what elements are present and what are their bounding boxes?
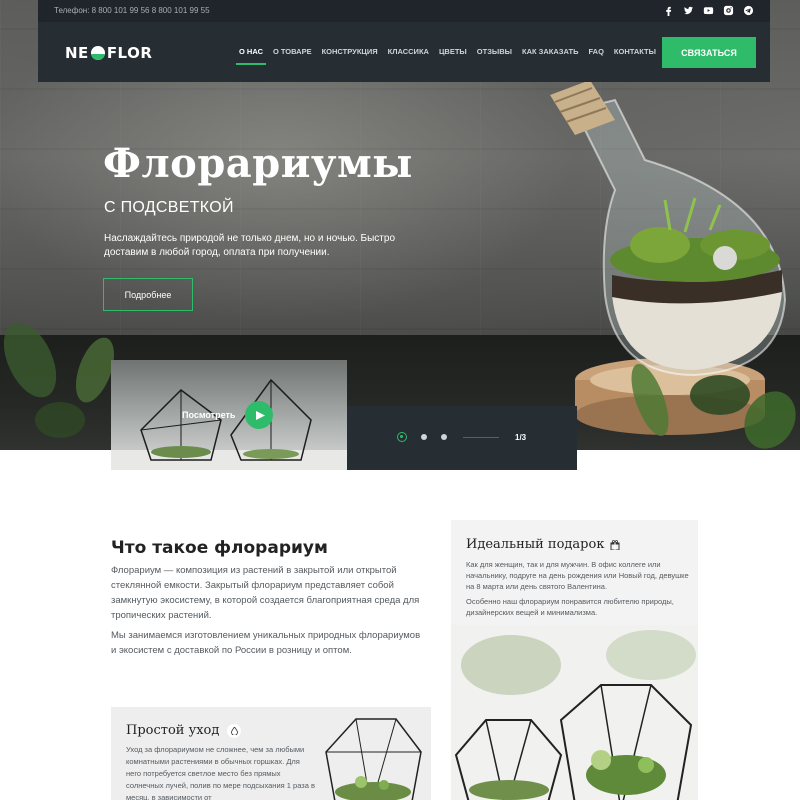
- gift-paragraph-1: Как для женщин, так и для мужчин. В офис…: [466, 560, 689, 591]
- video-preview[interactable]: Посмотреть: [111, 360, 347, 470]
- nav-item-faq[interactable]: FAQ: [583, 47, 608, 56]
- gift-terrarium-image: [451, 625, 698, 800]
- hero-subtitle: С ПОДСВЕТКОЙ: [104, 199, 234, 216]
- twitter-icon[interactable]: [682, 4, 694, 16]
- more-button[interactable]: Подробнее: [103, 278, 193, 311]
- main-menu: О НАС О ТОВАРЕ КОНСТРУКЦИЯ КЛАССИКА ЦВЕТ…: [234, 47, 661, 65]
- hero-description: Наслаждайтесь природой не только днем, н…: [104, 233, 396, 258]
- nav-item-construction[interactable]: КОНСТРУКЦИЯ: [317, 47, 383, 56]
- site-logo[interactable]: NE FLOR: [65, 44, 152, 62]
- nav-item-contacts[interactable]: КОНТАКТЫ: [609, 47, 661, 56]
- nav-item-reviews[interactable]: ОТЗЫВЫ: [472, 47, 517, 56]
- slide-counter: 1/3: [515, 433, 527, 442]
- watch-video-label: Посмотреть: [182, 410, 236, 420]
- nav-item-product[interactable]: О ТОВАРЕ: [268, 47, 317, 56]
- care-title-text: Простой уход: [126, 723, 220, 738]
- facebook-icon[interactable]: [662, 4, 674, 16]
- about-paragraph-1: Флорариум — композиция из растений в зак…: [111, 565, 420, 621]
- slider-dot-2[interactable]: [421, 434, 427, 440]
- slider-progress-line: [463, 437, 499, 438]
- gift-title: Идеальный подарок: [466, 537, 620, 552]
- play-video-button[interactable]: [245, 401, 273, 429]
- instagram-icon[interactable]: [722, 4, 734, 16]
- logo-text-right: FLOR: [106, 44, 153, 62]
- page: Телефон: 8 800 101 99 56 8 800 101 99 55…: [0, 0, 800, 800]
- care-text: Уход за флорариумом не сложнее, чем за л…: [126, 745, 315, 800]
- contact-button[interactable]: СВЯЗАТЬСЯ: [662, 37, 756, 68]
- play-icon: [255, 410, 265, 420]
- logo-globe-icon: [90, 46, 105, 60]
- logo-text-left: NE: [65, 44, 89, 62]
- water-drop-icon: [227, 723, 242, 738]
- nav-item-classic[interactable]: КЛАССИКА: [383, 47, 434, 56]
- nav-item-how-to-order[interactable]: КАК ЗАКАЗАТЬ: [517, 47, 583, 56]
- main-navbar: NE FLOR О НАС О ТОВАРЕ КОНСТРУКЦИЯ КЛАСС…: [38, 22, 770, 82]
- phone-numbers: Телефон: 8 800 101 99 56 8 800 101 99 55: [54, 6, 210, 15]
- gift-paragraph-2: Особенно наш флорариум понравится любите…: [466, 597, 674, 617]
- slider-dot-3[interactable]: [441, 434, 447, 440]
- hero-slider-controls: 1/3: [347, 406, 577, 470]
- about-paragraph-2: Мы занимаемся изготовлением уникальных п…: [111, 630, 421, 656]
- slider-dot-1[interactable]: [397, 432, 407, 442]
- care-title: Простой уход: [126, 723, 242, 738]
- nav-item-colors[interactable]: ЦВЕТЫ: [434, 47, 472, 56]
- care-terrarium-image: [316, 707, 431, 800]
- gift-icon: [610, 539, 620, 550]
- top-bar: Телефон: 8 800 101 99 56 8 800 101 99 55: [38, 0, 770, 22]
- gift-card: Идеальный подарок Как для женщин, так и …: [451, 520, 698, 800]
- telegram-icon[interactable]: [742, 4, 754, 16]
- hero-title: Флорариумы: [103, 140, 413, 187]
- youtube-icon[interactable]: [702, 4, 714, 16]
- gift-title-text: Идеальный подарок: [466, 537, 605, 552]
- nav-item-about[interactable]: О НАС: [234, 47, 268, 65]
- social-links: [662, 4, 754, 16]
- leaves-right-image: [631, 363, 796, 449]
- about-title: Что такое флорариум: [111, 538, 328, 558]
- easy-care-card: Простой уход Уход за флорариумом не слож…: [111, 707, 431, 800]
